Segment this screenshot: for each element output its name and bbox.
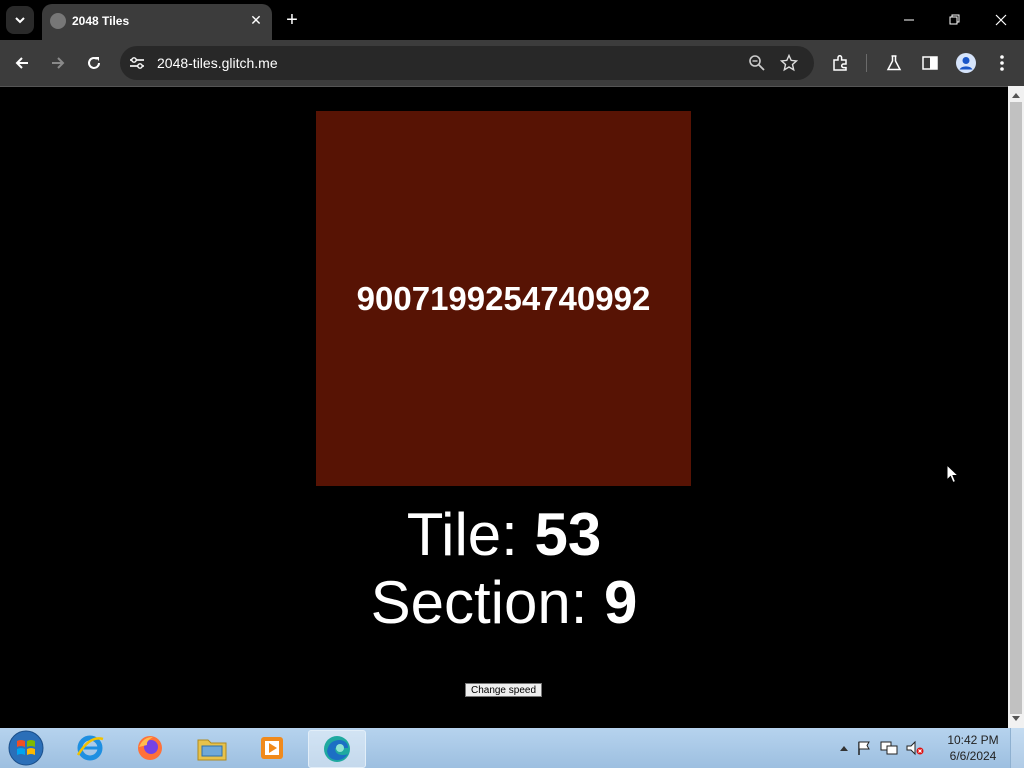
edge-browser-icon — [324, 736, 350, 762]
page-scrollbar[interactable] — [1008, 86, 1024, 728]
windows-taskbar: 10:42 PM 6/6/2024 — [0, 728, 1024, 768]
mouse-cursor-icon — [946, 463, 960, 484]
close-icon — [995, 14, 1007, 26]
menu-kebab-icon[interactable] — [990, 51, 1014, 75]
reload-icon — [88, 57, 100, 69]
side-panel-icon[interactable] — [918, 51, 942, 75]
profile-avatar-icon[interactable] — [954, 51, 978, 75]
scroll-down-arrow-icon[interactable] — [1008, 712, 1024, 726]
url-text: 2048-tiles.glitch.me — [157, 55, 278, 71]
browser-titlebar: 2048 Tiles ✕ + — [0, 0, 1024, 40]
internet-explorer-icon — [76, 735, 104, 761]
scrollbar-thumb[interactable] — [1010, 102, 1022, 714]
restore-icon — [949, 14, 960, 25]
section-counter: Section: 9 — [0, 569, 1008, 637]
show-desktop-button[interactable] — [1010, 728, 1024, 768]
tab-title: 2048 Tiles — [72, 14, 130, 28]
windows-logo-icon — [8, 730, 44, 766]
section-counter-label: Section: — [370, 569, 605, 636]
clock-time: 10:42 PM — [947, 733, 999, 747]
extensions-icon[interactable] — [828, 51, 852, 75]
toolbar-divider — [866, 54, 867, 72]
game-tile: 9007199254740992 — [316, 111, 691, 486]
close-tab-icon[interactable]: ✕ — [248, 12, 264, 28]
bookmark-star-icon[interactable] — [779, 53, 799, 72]
taskbar-windows-explorer[interactable] — [184, 730, 240, 766]
volume-muted-icon[interactable] — [906, 740, 924, 756]
media-player-icon — [261, 737, 283, 759]
change-speed-button[interactable]: Change speed — [465, 683, 542, 697]
reload-button[interactable] — [80, 49, 108, 77]
network-icon[interactable] — [880, 740, 898, 756]
minimize-button[interactable] — [886, 0, 932, 40]
scroll-up-arrow-icon[interactable] — [1008, 88, 1024, 102]
system-tray — [840, 736, 924, 760]
page-viewport: 9007199254740992 Tile: 53 Section: 9 Cha… — [0, 86, 1008, 729]
labs-flask-icon[interactable] — [882, 51, 906, 75]
restore-button[interactable] — [932, 0, 978, 40]
close-window-button[interactable] — [978, 0, 1024, 40]
new-tab-button[interactable]: + — [282, 8, 302, 32]
taskbar-microsoft-edge[interactable] — [308, 730, 366, 768]
forward-arrow-icon — [52, 57, 65, 69]
show-hidden-icons-arrow-icon[interactable] — [840, 745, 848, 751]
tile-counter-label: Tile: — [406, 501, 535, 568]
zoom-icon[interactable] — [748, 54, 766, 72]
back-arrow-icon — [15, 57, 28, 69]
forward-button[interactable] — [44, 49, 72, 77]
action-center-flag-icon[interactable] — [856, 740, 872, 756]
taskbar-firefox[interactable] — [122, 730, 178, 766]
tab-search-button[interactable] — [6, 6, 34, 34]
section-counter-value: 9 — [604, 569, 638, 636]
site-info-icon[interactable] — [128, 54, 146, 72]
browser-toolbar: 2048-tiles.glitch.me — [0, 40, 1024, 86]
chevron-down-icon — [15, 17, 25, 24]
taskbar-media-player[interactable] — [244, 730, 300, 766]
taskbar-clock[interactable]: 10:42 PM 6/6/2024 — [944, 732, 1002, 764]
start-button[interactable] — [6, 729, 46, 767]
address-bar[interactable]: 2048-tiles.glitch.me — [120, 46, 814, 80]
browser-tab[interactable]: 2048 Tiles ✕ — [42, 4, 272, 40]
tile-counter: Tile: 53 — [0, 501, 1008, 569]
clock-date: 6/6/2024 — [949, 749, 997, 763]
globe-icon — [50, 13, 66, 29]
folder-icon — [197, 739, 227, 761]
firefox-icon — [138, 736, 162, 760]
tile-value: 9007199254740992 — [356, 279, 651, 317]
minimize-icon — [904, 19, 914, 21]
tile-counter-value: 53 — [534, 501, 602, 568]
taskbar-internet-explorer[interactable] — [62, 730, 118, 766]
back-button[interactable] — [8, 49, 36, 77]
